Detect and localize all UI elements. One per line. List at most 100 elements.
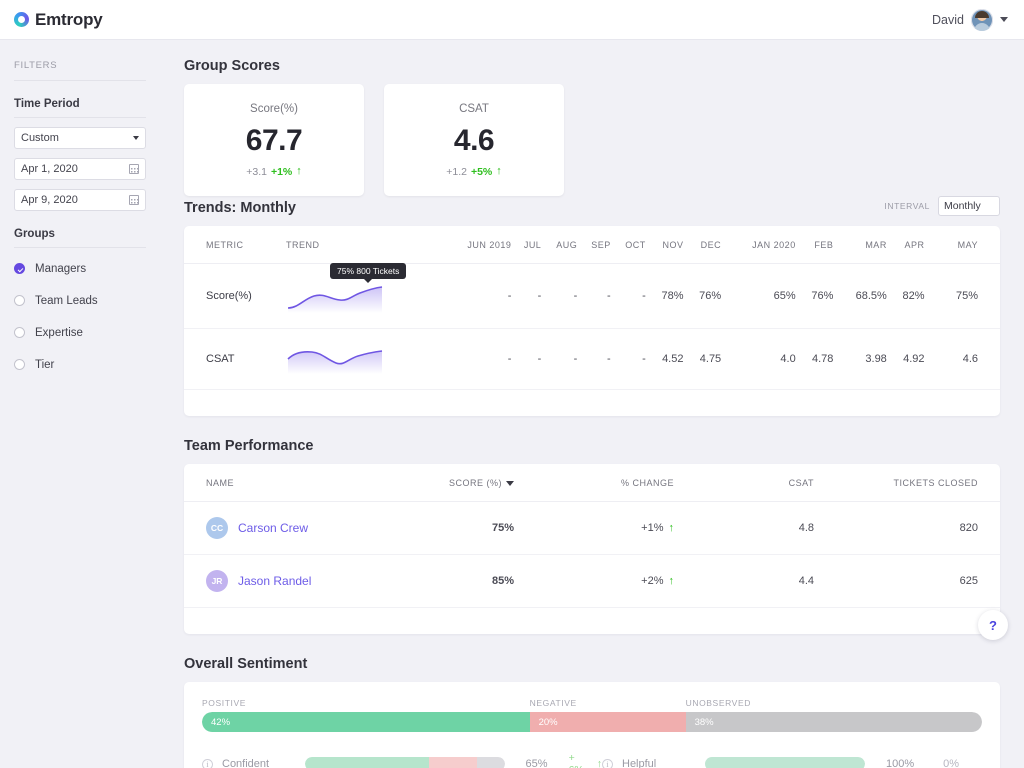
calendar-icon[interactable] xyxy=(129,195,139,205)
trend-sparkline-cell[interactable]: 75% 800 Tickets xyxy=(264,263,436,329)
emtropy-logo-icon xyxy=(14,12,29,27)
trait-bar xyxy=(705,757,865,768)
column-header-sep[interactable]: SEP xyxy=(577,226,611,264)
sidebar-item-team-leads[interactable]: Team Leads xyxy=(14,289,146,312)
trend-value: - xyxy=(610,263,646,329)
arrow-up-icon: ↑ xyxy=(296,165,302,177)
column-header-may[interactable]: MAY xyxy=(924,226,1000,264)
time-period-preset-select[interactable]: Custom xyxy=(14,127,146,149)
column-header-jun2019[interactable]: JUN 2019 xyxy=(436,226,512,264)
column-header-name[interactable]: NAME xyxy=(184,464,384,502)
change-value: +2% xyxy=(641,575,664,587)
time-period-heading: Time Period xyxy=(14,98,146,118)
avatar xyxy=(971,8,993,31)
trend-value: 4.6 xyxy=(924,328,1000,390)
table-header-row: NAME SCORE (%) % CHANGE CSAT TICKETS CLO… xyxy=(184,464,1000,502)
trend-value: 76% xyxy=(683,263,722,329)
column-header-aug[interactable]: AUG xyxy=(541,226,578,264)
trait-bar-positive xyxy=(705,757,865,768)
info-icon[interactable]: i xyxy=(602,758,613,768)
trait-helpful: i Helpful 100% 0% xyxy=(602,752,959,768)
column-header-nov[interactable]: NOV xyxy=(645,226,684,264)
trend-value: - xyxy=(511,263,542,329)
interval-value: Monthly xyxy=(944,200,981,212)
team-member-cell: CC Carson Crew xyxy=(184,501,384,555)
column-header-score[interactable]: SCORE (%) xyxy=(384,464,514,502)
table-header-row: METRIC TREND JUN 2019 JUL AUG SEP OCT NO… xyxy=(184,226,1000,264)
trend-value: 4.0 xyxy=(721,328,796,390)
column-header-csat[interactable]: CSAT xyxy=(674,464,814,502)
radio-icon[interactable] xyxy=(14,327,25,338)
team-member-name[interactable]: Carson Crew xyxy=(238,521,308,535)
brand-name: Emtropy xyxy=(35,9,103,29)
team-member-csat: 4.8 xyxy=(674,501,814,555)
table-row[interactable]: CC Carson Crew 75% +1% ↑ 4.8 820 xyxy=(184,501,1000,555)
sparkline-score-icon xyxy=(287,286,383,313)
change-value: +1% xyxy=(641,522,664,534)
radio-icon[interactable] xyxy=(14,359,25,370)
sparkline-tooltip: 75% 800 Tickets xyxy=(330,263,407,283)
brand-logo[interactable]: Emtropy xyxy=(14,10,103,30)
trends-title: Trends: Monthly xyxy=(184,200,296,216)
radio-icon[interactable] xyxy=(14,295,25,306)
group-scores-cards: Score(%) 67.7 +3.1 +1% ↑ CSAT 4.6 +1.2 +… xyxy=(184,84,1000,196)
start-date-input[interactable]: Apr 1, 2020 xyxy=(14,158,146,180)
column-header-tickets[interactable]: TICKETS CLOSED xyxy=(814,464,1000,502)
table-row[interactable]: JR Jason Randel 85% +2% ↑ 4.4 625 xyxy=(184,554,1000,608)
avatar: CC xyxy=(206,517,228,539)
chevron-down-icon[interactable] xyxy=(1000,17,1008,22)
sort-descending-icon[interactable] xyxy=(506,481,514,487)
trend-value: - xyxy=(577,263,611,329)
interval-select[interactable]: Monthly xyxy=(938,196,1000,216)
trait-label: Helpful xyxy=(622,758,657,768)
sentiment-segment-negative[interactable]: 20% xyxy=(529,712,686,732)
column-header-score-label: SCORE (%) xyxy=(448,478,502,488)
column-header-dec[interactable]: DEC xyxy=(683,226,722,264)
trend-row-metric: CSAT xyxy=(184,328,264,390)
score-card-delta: +3.1 +1% ↑ xyxy=(246,166,302,178)
trend-value: 4.75 xyxy=(683,328,722,390)
trait-value: 100% xyxy=(886,758,915,768)
column-header-apr[interactable]: APR xyxy=(886,226,925,264)
sidebar-item-managers[interactable]: Managers xyxy=(14,257,146,280)
column-header-mar[interactable]: MAR xyxy=(833,226,887,264)
sentiment-segment-unobserved[interactable]: 38% xyxy=(685,712,982,732)
sentiment-label-negative: NEGATIVE xyxy=(529,698,577,708)
column-header-jul[interactable]: JUL xyxy=(511,226,542,264)
trend-value: - xyxy=(610,328,646,390)
trend-value: - xyxy=(577,328,611,390)
column-header-metric[interactable]: METRIC xyxy=(184,226,264,264)
sidebar-item-tier[interactable]: Tier xyxy=(14,353,146,376)
sentiment-segment-positive[interactable]: 42% xyxy=(202,712,530,732)
page-title: Group Scores xyxy=(184,58,280,74)
avatar: JR xyxy=(206,570,228,592)
delta-percent: +5% xyxy=(470,165,493,178)
team-member-cell: JR Jason Randel xyxy=(184,554,384,608)
trait-bar xyxy=(304,757,505,768)
help-button[interactable]: ? xyxy=(978,610,1008,640)
info-icon[interactable]: i xyxy=(202,758,213,768)
interval-label: INTERVAL xyxy=(884,201,930,211)
end-date-input[interactable]: Apr 9, 2020 xyxy=(14,189,146,211)
column-header-change[interactable]: % CHANGE xyxy=(514,464,674,502)
sentiment-stacked-bar: 42% 20% 38% xyxy=(202,712,982,732)
score-card-label: Score(%) xyxy=(250,102,298,115)
trait-change-value: 0% xyxy=(943,758,960,768)
calendar-icon[interactable] xyxy=(129,164,139,174)
filters-sidebar: FILTERS Time Period Custom Apr 1, 2020 A… xyxy=(0,40,160,768)
sidebar-item-expertise[interactable]: Expertise xyxy=(14,321,146,344)
trend-sparkline-cell[interactable] xyxy=(264,328,436,390)
column-header-jan2020[interactable]: JAN 2020 xyxy=(721,226,796,264)
column-header-feb[interactable]: FEB xyxy=(795,226,834,264)
trend-value: - xyxy=(436,328,512,390)
trait-label: Confident xyxy=(222,758,270,768)
score-card-label: CSAT xyxy=(459,102,489,115)
start-date-value: Apr 1, 2020 xyxy=(21,163,78,175)
user-menu[interactable]: David xyxy=(932,8,1008,31)
team-member-name[interactable]: Jason Randel xyxy=(238,574,311,588)
column-header-trend[interactable]: TREND xyxy=(264,226,436,264)
column-header-oct[interactable]: OCT xyxy=(610,226,646,264)
trend-value: 4.52 xyxy=(645,328,684,390)
trend-value: - xyxy=(541,328,578,390)
radio-checked-icon[interactable] xyxy=(14,263,25,274)
